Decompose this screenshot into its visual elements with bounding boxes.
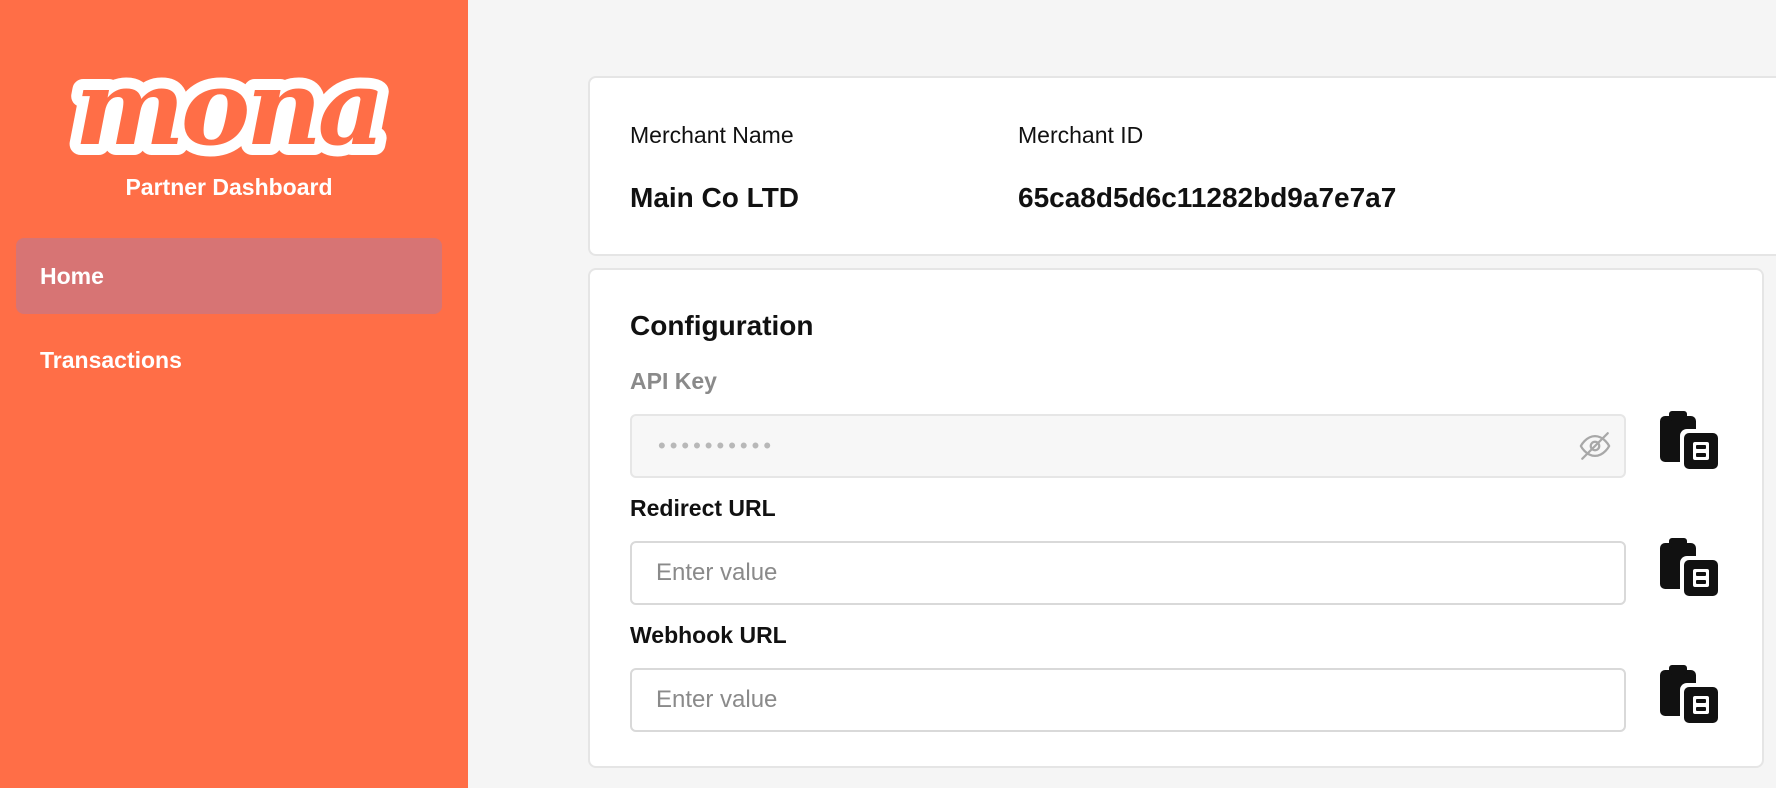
svg-text:mona: mona — [75, 52, 381, 169]
sidebar-item-label: Home — [40, 263, 104, 289]
mona-logo[interactable]: mona mona — [55, 52, 401, 170]
webhook-url-label: Webhook URL — [630, 622, 787, 648]
configuration-title: Configuration — [630, 310, 814, 341]
webhook-url-input[interactable] — [630, 668, 1626, 732]
mona-logo-wordmark: mona mona — [64, 52, 396, 170]
merchant-info-card: Merchant Name Main Co LTD Merchant ID 65… — [588, 76, 1776, 256]
sidebar-item-home[interactable]: Home — [16, 238, 442, 314]
api-key-masked-value: •••••••••• — [658, 433, 776, 458]
eye-off-icon[interactable] — [1578, 429, 1612, 463]
app-root: mona mona Partner Dashboard Home Transac… — [0, 0, 1776, 788]
sidebar: mona mona Partner Dashboard Home Transac… — [0, 0, 468, 788]
sidebar-subtitle: Partner Dashboard — [125, 174, 333, 200]
configuration-card: Configuration API Key •••••••••• Redirec… — [588, 268, 1764, 768]
sidebar-item-transactions[interactable]: Transactions — [16, 322, 442, 398]
webhook-url-copy-icon[interactable] — [1658, 664, 1724, 728]
api-key-label: API Key — [630, 368, 717, 394]
api-key-field[interactable] — [630, 414, 1626, 478]
sidebar-item-label: Transactions — [40, 347, 182, 373]
merchant-name-label: Merchant Name — [630, 122, 794, 148]
merchant-name-value: Main Co LTD — [630, 182, 800, 213]
merchant-id-label: Merchant ID — [1018, 122, 1144, 148]
redirect-url-copy-icon[interactable] — [1658, 537, 1724, 601]
redirect-url-label: Redirect URL — [630, 495, 776, 521]
redirect-url-input[interactable] — [630, 541, 1626, 605]
merchant-id-value: 65ca8d5d6c11282bd9a7e7a7 — [1018, 182, 1397, 213]
api-key-copy-icon[interactable] — [1658, 410, 1724, 474]
